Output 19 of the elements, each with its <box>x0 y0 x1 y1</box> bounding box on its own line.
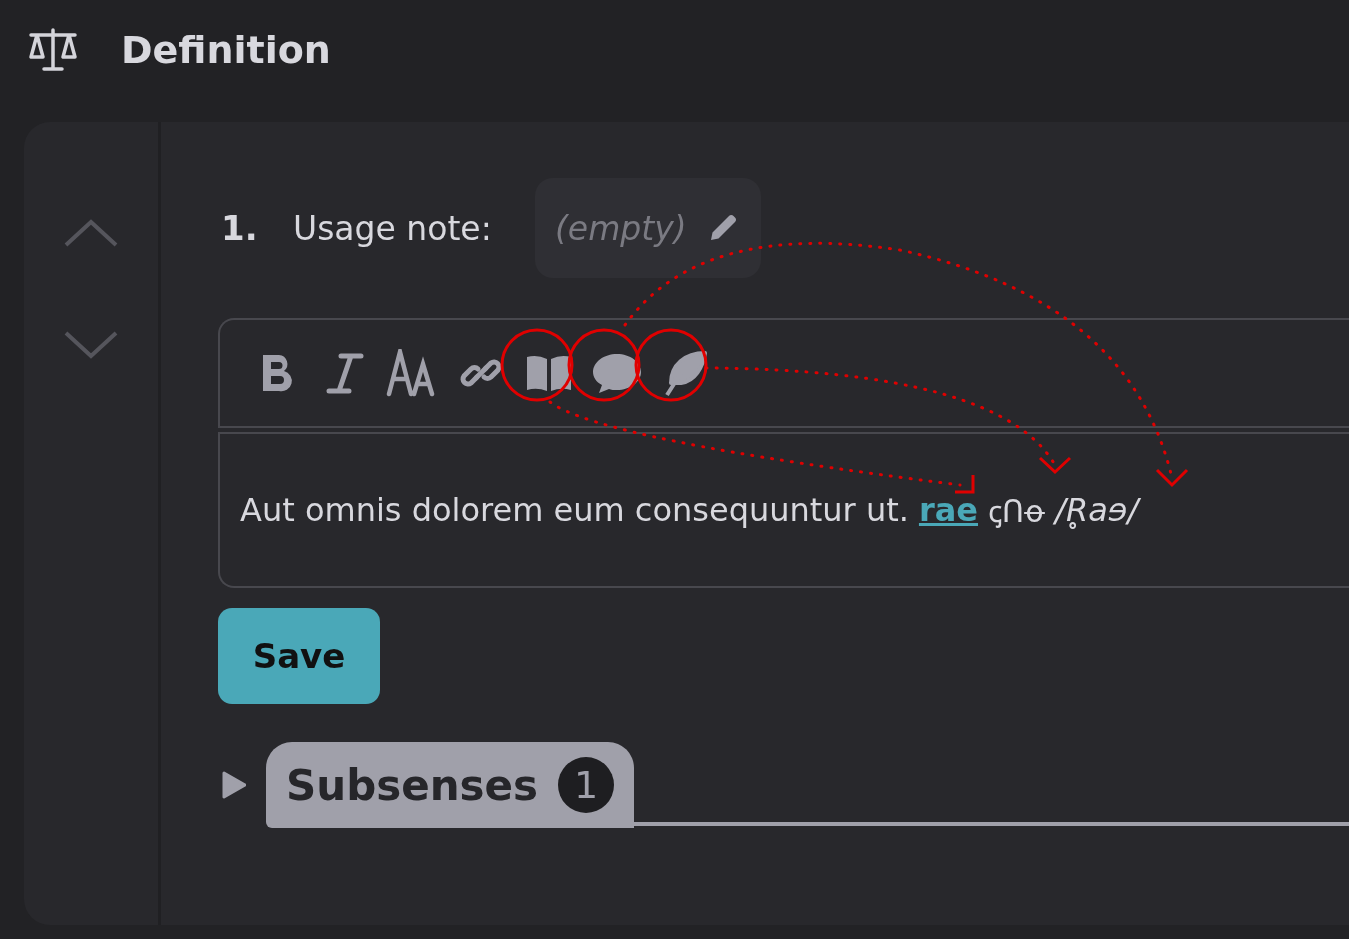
editor-text: Aut omnis dolorem eum consequuntur ut. <box>240 491 909 529</box>
chevron-down-icon <box>63 330 119 360</box>
count-badge: 1 <box>558 757 615 813</box>
save-button[interactable]: Save <box>218 608 380 704</box>
word-link[interactable]: rae <box>918 491 978 529</box>
subsenses-label: Subsenses <box>286 760 539 810</box>
subsenses-tab[interactable]: Subsenses 1 <box>266 742 635 828</box>
pronunciation-text: /R̥aɘ/ <box>1055 491 1139 529</box>
editor-text-area[interactable]: Aut omnis dolorem eum consequuntur ut. rae ꞔᑎꝋ /R̥aɘ/ <box>218 432 1349 588</box>
scales-icon <box>27 27 79 73</box>
chevron-up-icon <box>63 218 119 248</box>
speech-bubble-icon <box>591 351 643 395</box>
book-icon <box>525 353 573 393</box>
italic-icon <box>325 351 365 395</box>
triangle-icon <box>222 771 246 799</box>
page-title: Definition <box>121 28 331 72</box>
usage-note-label: Usage note: <box>293 208 493 248</box>
sense-number: 1. <box>220 208 259 248</box>
script-text: ꞔᑎꝋ <box>988 492 1046 531</box>
